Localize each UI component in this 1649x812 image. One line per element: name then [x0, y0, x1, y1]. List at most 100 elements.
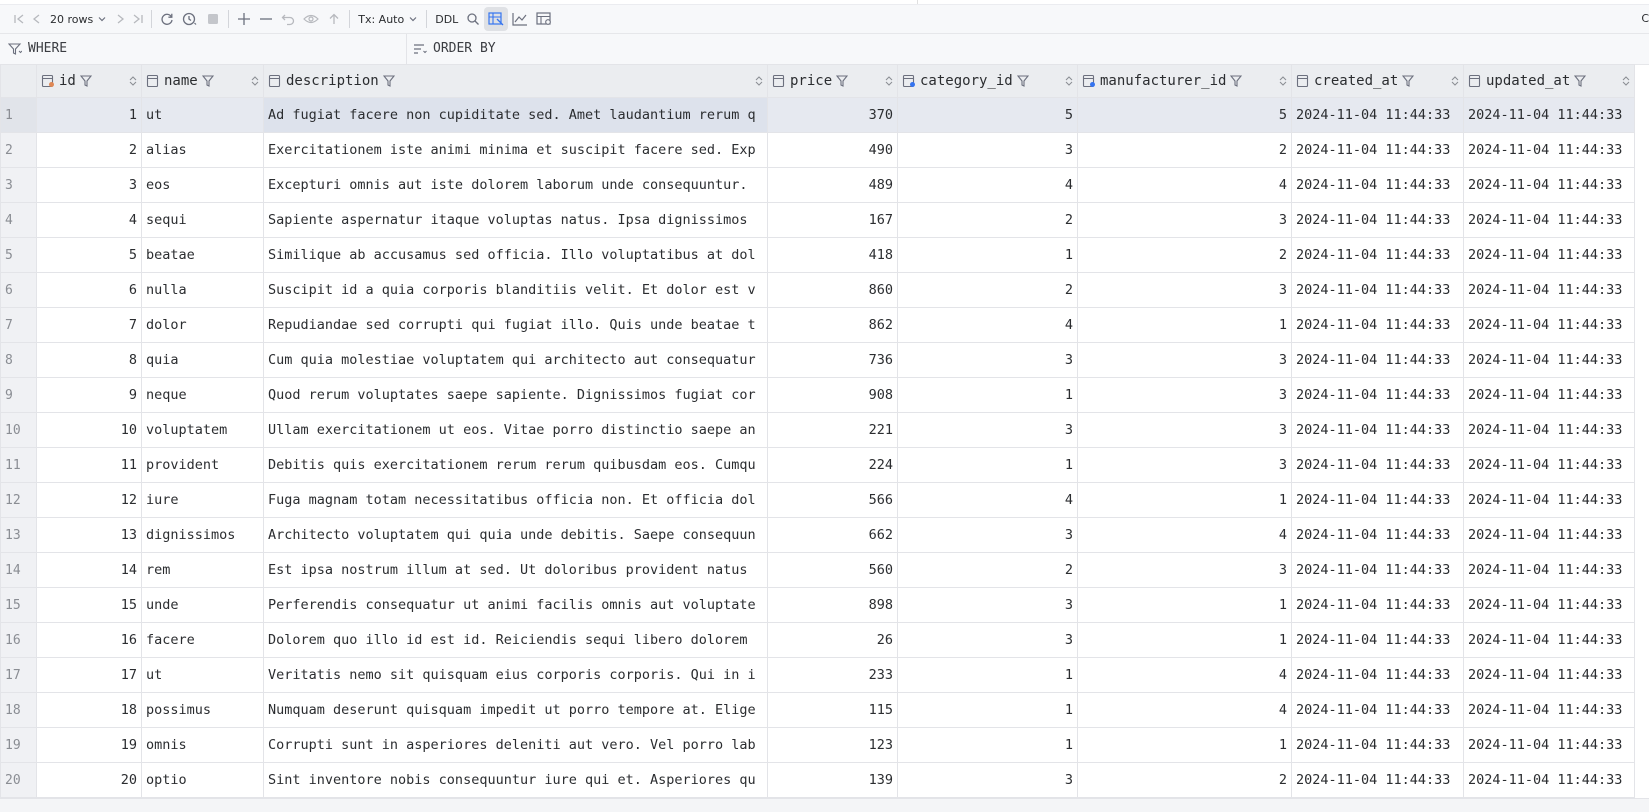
cell-price[interactable]: 560: [767, 552, 898, 588]
cell-description[interactable]: Debitis quis exercitationem rerum rerum …: [263, 447, 768, 483]
cell-name[interactable]: iure: [141, 482, 264, 518]
cell-name[interactable]: optio: [141, 762, 264, 798]
cell-description[interactable]: Quod rerum voluptates saepe sapiente. Di…: [263, 377, 768, 413]
cell-category-id[interactable]: 3: [897, 412, 1078, 448]
cell-manufacturer-id[interactable]: 4: [1077, 692, 1292, 728]
cell-id[interactable]: 10: [36, 412, 142, 448]
cell-created-at[interactable]: 2024-11-04 11:44:33: [1291, 727, 1464, 763]
cell-created-at[interactable]: 2024-11-04 11:44:33: [1291, 587, 1464, 623]
search-icon[interactable]: [462, 7, 484, 31]
cell-id[interactable]: 12: [36, 482, 142, 518]
cell-category-id[interactable]: 3: [897, 342, 1078, 378]
sort-toggle-icon[interactable]: [1279, 76, 1287, 86]
cell-category-id[interactable]: 1: [897, 237, 1078, 273]
submit-icon[interactable]: [323, 7, 345, 31]
cell-id[interactable]: 17: [36, 657, 142, 693]
cell-description[interactable]: Exercitationem iste animi minima et susc…: [263, 132, 768, 168]
cell-category-id[interactable]: 1: [897, 377, 1078, 413]
cell-id[interactable]: 5: [36, 237, 142, 273]
cell-updated-at[interactable]: 2024-11-04 11:44:33: [1463, 342, 1635, 378]
cell-name[interactable]: voluptatem: [141, 412, 264, 448]
sort-toggle-icon[interactable]: [1065, 76, 1073, 86]
cell-price[interactable]: 224: [767, 447, 898, 483]
cell-description[interactable]: Repudiandae sed corrupti qui fugiat illo…: [263, 307, 768, 343]
cell-created-at[interactable]: 2024-11-04 11:44:33: [1291, 517, 1464, 553]
cell-created-at[interactable]: 2024-11-04 11:44:33: [1291, 482, 1464, 518]
cell-manufacturer-id[interactable]: 2: [1077, 237, 1292, 273]
cell-manufacturer-id[interactable]: 1: [1077, 307, 1292, 343]
cell-manufacturer-id[interactable]: 3: [1077, 272, 1292, 308]
cell-updated-at[interactable]: 2024-11-04 11:44:33: [1463, 202, 1635, 238]
cell-name[interactable]: sequi: [141, 202, 264, 238]
sort-toggle-icon[interactable]: [251, 76, 259, 86]
cell-name[interactable]: eos: [141, 167, 264, 203]
cell-price[interactable]: 233: [767, 657, 898, 693]
table-row[interactable]: 9 9 neque Quod rerum voluptates saepe sa…: [0, 377, 1635, 413]
cell-name[interactable]: facere: [141, 622, 264, 658]
cell-description[interactable]: Ullam exercitationem ut eos. Vitae porro…: [263, 412, 768, 448]
cell-name[interactable]: provident: [141, 447, 264, 483]
preview-icon[interactable]: [299, 7, 323, 31]
cell-name[interactable]: beatae: [141, 237, 264, 273]
cell-manufacturer-id[interactable]: 3: [1077, 377, 1292, 413]
stop-icon[interactable]: [202, 7, 224, 31]
column-header-description[interactable]: description: [263, 64, 768, 98]
cell-created-at[interactable]: 2024-11-04 11:44:33: [1291, 97, 1464, 133]
cell-updated-at[interactable]: 2024-11-04 11:44:33: [1463, 237, 1635, 273]
cell-name[interactable]: unde: [141, 587, 264, 623]
column-filter-icon[interactable]: [1016, 75, 1029, 87]
cell-category-id[interactable]: 2: [897, 272, 1078, 308]
table-row[interactable]: 15 15 unde Perferendis consequatur ut an…: [0, 587, 1635, 623]
cell-manufacturer-id[interactable]: 4: [1077, 657, 1292, 693]
table-row[interactable]: 16 16 facere Dolorem quo illo id est id.…: [0, 622, 1635, 658]
cell-description[interactable]: Numquam deserunt quisquam impedit ut por…: [263, 692, 768, 728]
cell-description[interactable]: Perferendis consequatur ut animi facilis…: [263, 587, 768, 623]
cell-price[interactable]: 566: [767, 482, 898, 518]
cell-price[interactable]: 860: [767, 272, 898, 308]
cell-description[interactable]: Suscipit id a quia corporis blanditiis v…: [263, 272, 768, 308]
cell-category-id[interactable]: 3: [897, 622, 1078, 658]
cell-created-at[interactable]: 2024-11-04 11:44:33: [1291, 762, 1464, 798]
cell-category-id[interactable]: 1: [897, 657, 1078, 693]
history-icon[interactable]: [178, 7, 202, 31]
cell-category-id[interactable]: 3: [897, 517, 1078, 553]
table-row[interactable]: 3 3 eos Excepturi omnis aut iste dolorem…: [0, 167, 1635, 203]
cell-name[interactable]: possimus: [141, 692, 264, 728]
sort-toggle-icon[interactable]: [1451, 76, 1459, 86]
cell-price[interactable]: 370: [767, 97, 898, 133]
column-header-created-at[interactable]: created_at: [1291, 64, 1464, 98]
cell-price[interactable]: 862: [767, 307, 898, 343]
cell-price[interactable]: 662: [767, 517, 898, 553]
cell-created-at[interactable]: 2024-11-04 11:44:33: [1291, 307, 1464, 343]
cell-updated-at[interactable]: 2024-11-04 11:44:33: [1463, 307, 1635, 343]
cell-category-id[interactable]: 4: [897, 482, 1078, 518]
table-row[interactable]: 11 11 provident Debitis quis exercitatio…: [0, 447, 1635, 483]
cell-updated-at[interactable]: 2024-11-04 11:44:33: [1463, 447, 1635, 483]
sort-toggle-icon[interactable]: [1622, 76, 1630, 86]
cell-manufacturer-id[interactable]: 2: [1077, 762, 1292, 798]
cell-created-at[interactable]: 2024-11-04 11:44:33: [1291, 412, 1464, 448]
cell-price[interactable]: 26: [767, 622, 898, 658]
cell-manufacturer-id[interactable]: 4: [1077, 167, 1292, 203]
cell-category-id[interactable]: 2: [897, 202, 1078, 238]
table-row[interactable]: 5 5 beatae Similique ab accusamus sed of…: [0, 237, 1635, 273]
sort-toggle-icon[interactable]: [755, 76, 763, 86]
view-mode-icon[interactable]: [484, 7, 509, 31]
column-filter-icon[interactable]: [79, 75, 92, 87]
table-row[interactable]: 18 18 possimus Numquam deserunt quisquam…: [0, 692, 1635, 728]
column-filter-icon[interactable]: [1230, 75, 1243, 87]
cell-description[interactable]: Ad fugiat facere non cupiditate sed. Ame…: [263, 97, 768, 133]
grid-settings-icon[interactable]: [532, 7, 556, 31]
cell-price[interactable]: 221: [767, 412, 898, 448]
cell-category-id[interactable]: 3: [897, 587, 1078, 623]
cell-description[interactable]: Architecto voluptatem qui quia unde debi…: [263, 517, 768, 553]
cell-name[interactable]: omnis: [141, 727, 264, 763]
cell-price[interactable]: 489: [767, 167, 898, 203]
cell-price[interactable]: 123: [767, 727, 898, 763]
cell-description[interactable]: Dolorem quo illo id est id. Reiciendis s…: [263, 622, 768, 658]
cell-updated-at[interactable]: 2024-11-04 11:44:33: [1463, 97, 1635, 133]
cell-updated-at[interactable]: 2024-11-04 11:44:33: [1463, 132, 1635, 168]
cell-manufacturer-id[interactable]: 3: [1077, 447, 1292, 483]
cell-description[interactable]: Sapiente aspernatur itaque voluptas natu…: [263, 202, 768, 238]
cell-created-at[interactable]: 2024-11-04 11:44:33: [1291, 692, 1464, 728]
